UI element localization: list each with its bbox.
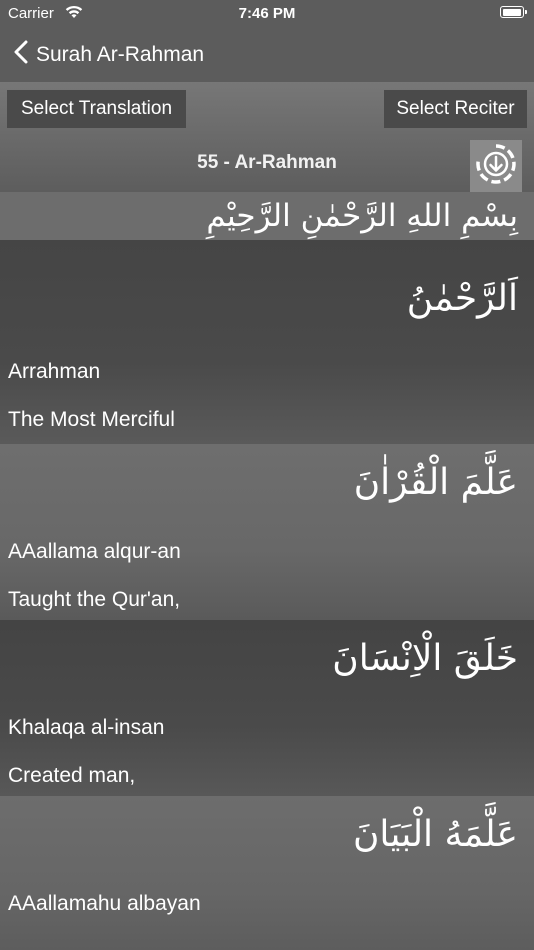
navigation-bar: Surah Ar-Rahman [0, 28, 534, 82]
verse-translation: The Most Merciful [8, 408, 175, 431]
chevron-left-icon [14, 40, 28, 70]
verse-arabic: اَلرَّحْمٰنُ [406, 278, 518, 319]
download-button[interactable] [470, 140, 522, 192]
verse-item[interactable]: عَلَّمَهُ الْبَيَانَ AAallamahu albayan [0, 796, 534, 950]
verse-transliteration: Khalaqa al-insan [8, 716, 165, 739]
verse-item[interactable]: اَلرَّحْمٰنُ Arrahman The Most Merciful [0, 240, 534, 444]
verse-translation: Taught the Qur'an, [8, 588, 181, 611]
controls-panel: Select Translation Select Reciter 55 - A… [0, 82, 534, 192]
download-icon [474, 142, 518, 191]
battery-level [502, 8, 521, 16]
battery-icon [500, 6, 527, 18]
bismillah-row: بِسْمِ اللهِ الرَّحْمٰنِ الرَّحِيْمِ [0, 192, 534, 240]
verse-arabic: عَلَّمَهُ الْبَيَانَ [352, 814, 518, 855]
bismillah-text: بِسْمِ اللهِ الرَّحْمٰنِ الرَّحِيْمِ [206, 198, 518, 234]
back-title: Surah Ar-Rahman [36, 43, 205, 66]
verse-transliteration: AAallamahu albayan [8, 892, 201, 915]
select-reciter-button[interactable]: Select Reciter [384, 90, 527, 128]
verse-arabic: خَلَقَ الْاِنْسَانَ [332, 638, 518, 679]
verse-translation: Created man, [8, 764, 136, 787]
verse-item[interactable]: خَلَقَ الْاِنْسَانَ Khalaqa al-insan Cre… [0, 620, 534, 796]
verse-transliteration: Arrahman [8, 360, 101, 383]
verse-item[interactable]: عَلَّمَ الْقُرْاٰنَ AAallama alqur-an Ta… [0, 444, 534, 620]
status-bar: Carrier 7:46 PM [0, 0, 534, 28]
select-translation-button[interactable]: Select Translation [7, 90, 186, 128]
verse-arabic: عَلَّمَ الْقُرْاٰنَ [353, 462, 518, 503]
clock: 7:46 PM [238, 5, 296, 22]
surah-title: 55 - Ar-Rahman [197, 152, 337, 173]
back-button[interactable]: Surah Ar-Rahman [14, 38, 204, 72]
verses-list[interactable]: بِسْمِ اللهِ الرَّحْمٰنِ الرَّحِيْمِ اَل… [0, 192, 534, 950]
verse-transliteration: AAallama alqur-an [8, 540, 181, 563]
